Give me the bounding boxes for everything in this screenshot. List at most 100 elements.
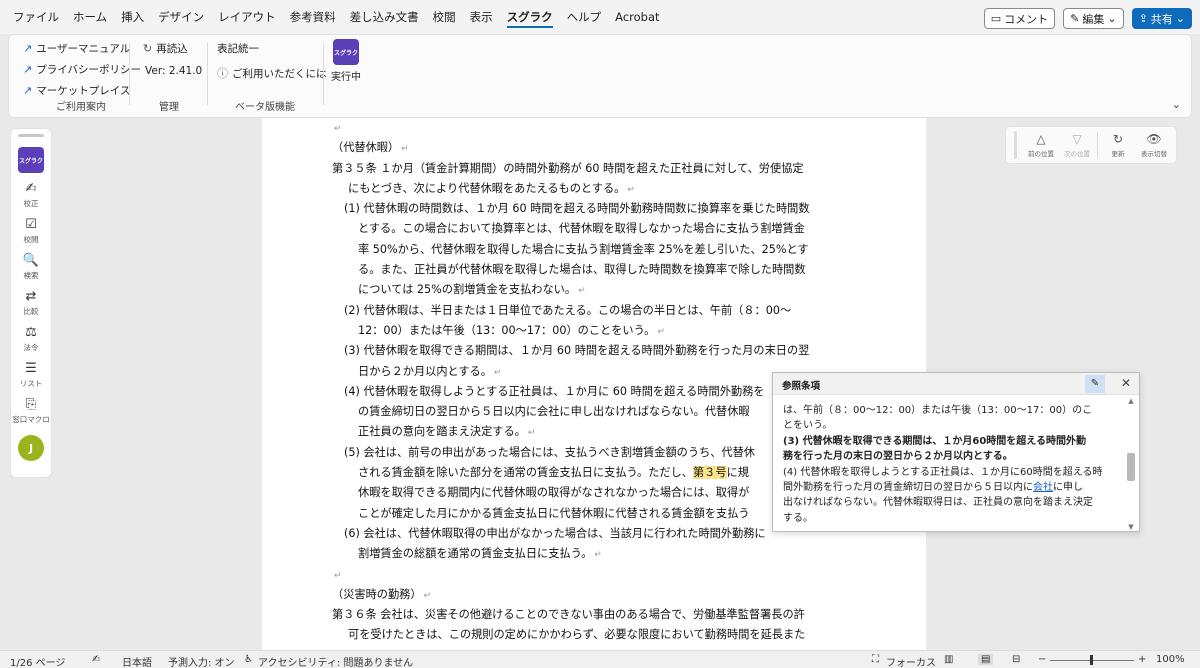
tab-view[interactable]: 表示: [463, 0, 500, 34]
tab-mailings[interactable]: 差し込み文書: [343, 0, 426, 34]
tab-suguraku[interactable]: スグラク: [500, 0, 560, 34]
history-icon: ↻: [1112, 132, 1124, 146]
compare-icon: ⇄: [25, 289, 37, 304]
zoom-slider-knob[interactable]: [1090, 655, 1093, 665]
ref-line: 務を行った月の末日の翌日から２か月以内とする。: [783, 451, 1013, 463]
zoom-out-icon[interactable]: −: [1038, 654, 1046, 665]
external-link-icon: ↗: [23, 42, 33, 55]
focus-button[interactable]: フォーカス: [886, 654, 936, 668]
tab-design[interactable]: デザイン: [151, 0, 211, 34]
marketplace-link[interactable]: ↗ マーケットプレイス: [23, 83, 130, 98]
group-beta: 表記統一 ⓘ ご利用いただくには ベータ版機能: [209, 39, 327, 115]
share-button[interactable]: ⇪ 共有 ⌄: [1131, 8, 1192, 29]
toggle-view-button[interactable]: 👁 表示切替: [1136, 132, 1172, 158]
sidebar-item-law[interactable]: ⚖ 法令: [11, 326, 51, 353]
sidebar-item-review[interactable]: ☑ 校閲: [11, 218, 51, 245]
next-position-button[interactable]: ▽ 次の位置: [1059, 132, 1095, 158]
avatar[interactable]: J: [18, 435, 44, 461]
sidebar-item-label: 窓口マクロ: [12, 415, 50, 424]
reference-panel-body: は、午前（８：00～12：00）または午後（13：00～17：00）のこ とをい…: [783, 403, 1125, 526]
ribbon-separator: [129, 43, 130, 105]
top-right-actions: ▭ コメント ✎ 編集 ⌄ ⇪ 共有 ⌄: [983, 8, 1192, 29]
doc-line: 第３５条 １か月（賃金計算期間）の時間外勤務が 60 時間を超えた正社員に対して…: [332, 161, 804, 175]
doc-line: 率 50%から、代替休暇を取得した場合に支払う割増賃金率 25%を差し引いた、2…: [358, 242, 809, 256]
share-label: 共有: [1150, 12, 1173, 26]
chevron-down-icon: ⌄: [1175, 12, 1185, 25]
prev-position-button[interactable]: △ 前の位置: [1023, 132, 1059, 158]
tab-help[interactable]: ヘルプ: [560, 0, 609, 34]
version-text: Ver: 2.41.0: [145, 65, 203, 77]
next-position-label: 次の位置: [1064, 150, 1090, 158]
read-mode-icon[interactable]: ▥: [944, 654, 953, 665]
edit-button[interactable]: ✎ 編集 ⌄: [1063, 8, 1124, 29]
tab-layout[interactable]: レイアウト: [211, 0, 283, 34]
tab-acrobat[interactable]: Acrobat: [608, 0, 666, 34]
group-admin: ↻ 再読込 Ver: 2.41.0 管理: [133, 39, 205, 115]
sidebar-item-window-macro[interactable]: ⎘ 窓口マクロ: [11, 398, 51, 425]
pencil-icon: ✎: [1070, 12, 1080, 25]
sidebar-item-proofread[interactable]: ✍ 校正: [11, 182, 51, 209]
ribbon: ↗ ユーザーマニュアル ↗ プライバシーポリシー ↗ マーケットプレイス ご利用…: [8, 34, 1192, 118]
web-layout-icon[interactable]: ⊟: [1012, 654, 1020, 665]
privacy-policy-link[interactable]: ↗ プライバシーポリシー: [23, 62, 141, 77]
doc-line: にもとづき、次により代替休暇をあたえるものとする。 ↵: [348, 181, 635, 195]
tab-review[interactable]: 校閲: [426, 0, 463, 34]
close-icon[interactable]: ✕: [1121, 376, 1131, 390]
company-link[interactable]: 会社: [1033, 482, 1053, 493]
scroll-down-icon[interactable]: ▼: [1125, 523, 1137, 531]
group-label-guide: ご利用案内: [56, 102, 106, 113]
status-bar: 1/26 ページ ✍ 日本語 予測入力: オン ♿ アクセシビリティ: 問題あり…: [0, 650, 1200, 668]
page-count[interactable]: 1/26 ページ: [10, 654, 65, 668]
eye-icon: 👁: [1146, 132, 1162, 146]
accessibility-status[interactable]: アクセシビリティ: 問題ありません: [258, 654, 413, 668]
suguraku-logo-icon: スグラク: [333, 39, 359, 65]
zoom-level[interactable]: 100%: [1156, 654, 1185, 665]
reference-panel-header[interactable]: 参照条項 ✎ ✕: [773, 373, 1139, 395]
doc-heading: （災害時の勤務） ↵: [332, 587, 432, 601]
triangle-up-icon: △: [1036, 132, 1046, 146]
refresh-icon: ↻: [143, 42, 153, 55]
scroll-thumb[interactable]: [1127, 453, 1135, 481]
exec-button[interactable]: スグラク 実行中: [329, 39, 363, 83]
highlighted-reference[interactable]: 第３号: [692, 466, 727, 480]
zoom-in-icon[interactable]: +: [1138, 654, 1146, 665]
doc-line: 12：00）または午後（13：00～17：00）のことをいう。 ↵: [358, 323, 665, 337]
doc-line: (2) 代替休暇は、半日または１日単位であたえる。この場合の半日とは、午前（８：…: [344, 303, 792, 317]
user-manual-label: ユーザーマニュアル: [36, 43, 131, 55]
comment-button[interactable]: ▭ コメント: [983, 8, 1056, 29]
accessibility-icon: ♿: [244, 654, 253, 665]
doc-line: (1) 代替休暇の時間数は、１か月 60 時間を超える時間外勤務時間数に換算率を…: [344, 202, 810, 216]
language-status[interactable]: 日本語: [122, 654, 152, 668]
doc-line: 第３６条 会社は、災害その他避けることのできない事由のある場合で、労働基準監督署…: [332, 608, 805, 622]
privacy-policy-label: プライバシーポリシー: [36, 64, 142, 76]
sidebar-item-label: 法令: [23, 343, 39, 352]
ref-line: (4) 代替休暇を取得しようとする正社員は、１か月に60時間を超える時: [783, 466, 1103, 478]
reload-button[interactable]: ↻ 再読込: [143, 41, 188, 56]
proofing-icon[interactable]: ✍: [92, 654, 100, 665]
sidebar-item-search[interactable]: 🔍 検索: [11, 254, 51, 281]
info-icon: ⓘ: [217, 67, 228, 80]
scroll-up-icon[interactable]: ▲: [1125, 397, 1137, 405]
tab-references[interactable]: 参考資料: [283, 0, 343, 34]
sidebar-item-compare[interactable]: ⇄ 比較: [11, 290, 51, 317]
toolbar-grip[interactable]: [1014, 131, 1017, 159]
predictive-input-status[interactable]: 予測入力: オン: [168, 654, 235, 668]
ref-line: 出なければならない。代替休暇取得日は、正社員の意向を踏まえ決定: [783, 497, 1093, 509]
list-icon: ☰: [25, 361, 37, 376]
reference-scrollbar[interactable]: ▲ ▼: [1125, 397, 1137, 531]
sidebar-item-list[interactable]: ☰ リスト: [11, 362, 51, 389]
pin-icon[interactable]: ✎: [1085, 375, 1105, 393]
usage-info-button[interactable]: ⓘ ご利用いただくには: [217, 65, 327, 81]
drag-handle[interactable]: [18, 134, 44, 137]
sidebar-logo-icon: スグラク: [18, 147, 44, 173]
review-icon: ☑: [25, 217, 37, 232]
print-layout-icon[interactable]: ▤: [978, 654, 994, 665]
user-manual-link[interactable]: ↗ ユーザーマニュアル: [23, 41, 130, 56]
collapse-ribbon-icon[interactable]: ⌄: [1172, 98, 1181, 111]
tab-home[interactable]: ホーム: [66, 0, 114, 34]
tab-file[interactable]: ファイル: [6, 0, 66, 34]
notation-unify-button[interactable]: 表記統一: [217, 41, 259, 56]
triangle-down-icon: ▽: [1072, 132, 1082, 146]
tab-insert[interactable]: 挿入: [114, 0, 151, 34]
refresh-button[interactable]: ↻ 更新: [1100, 132, 1136, 158]
